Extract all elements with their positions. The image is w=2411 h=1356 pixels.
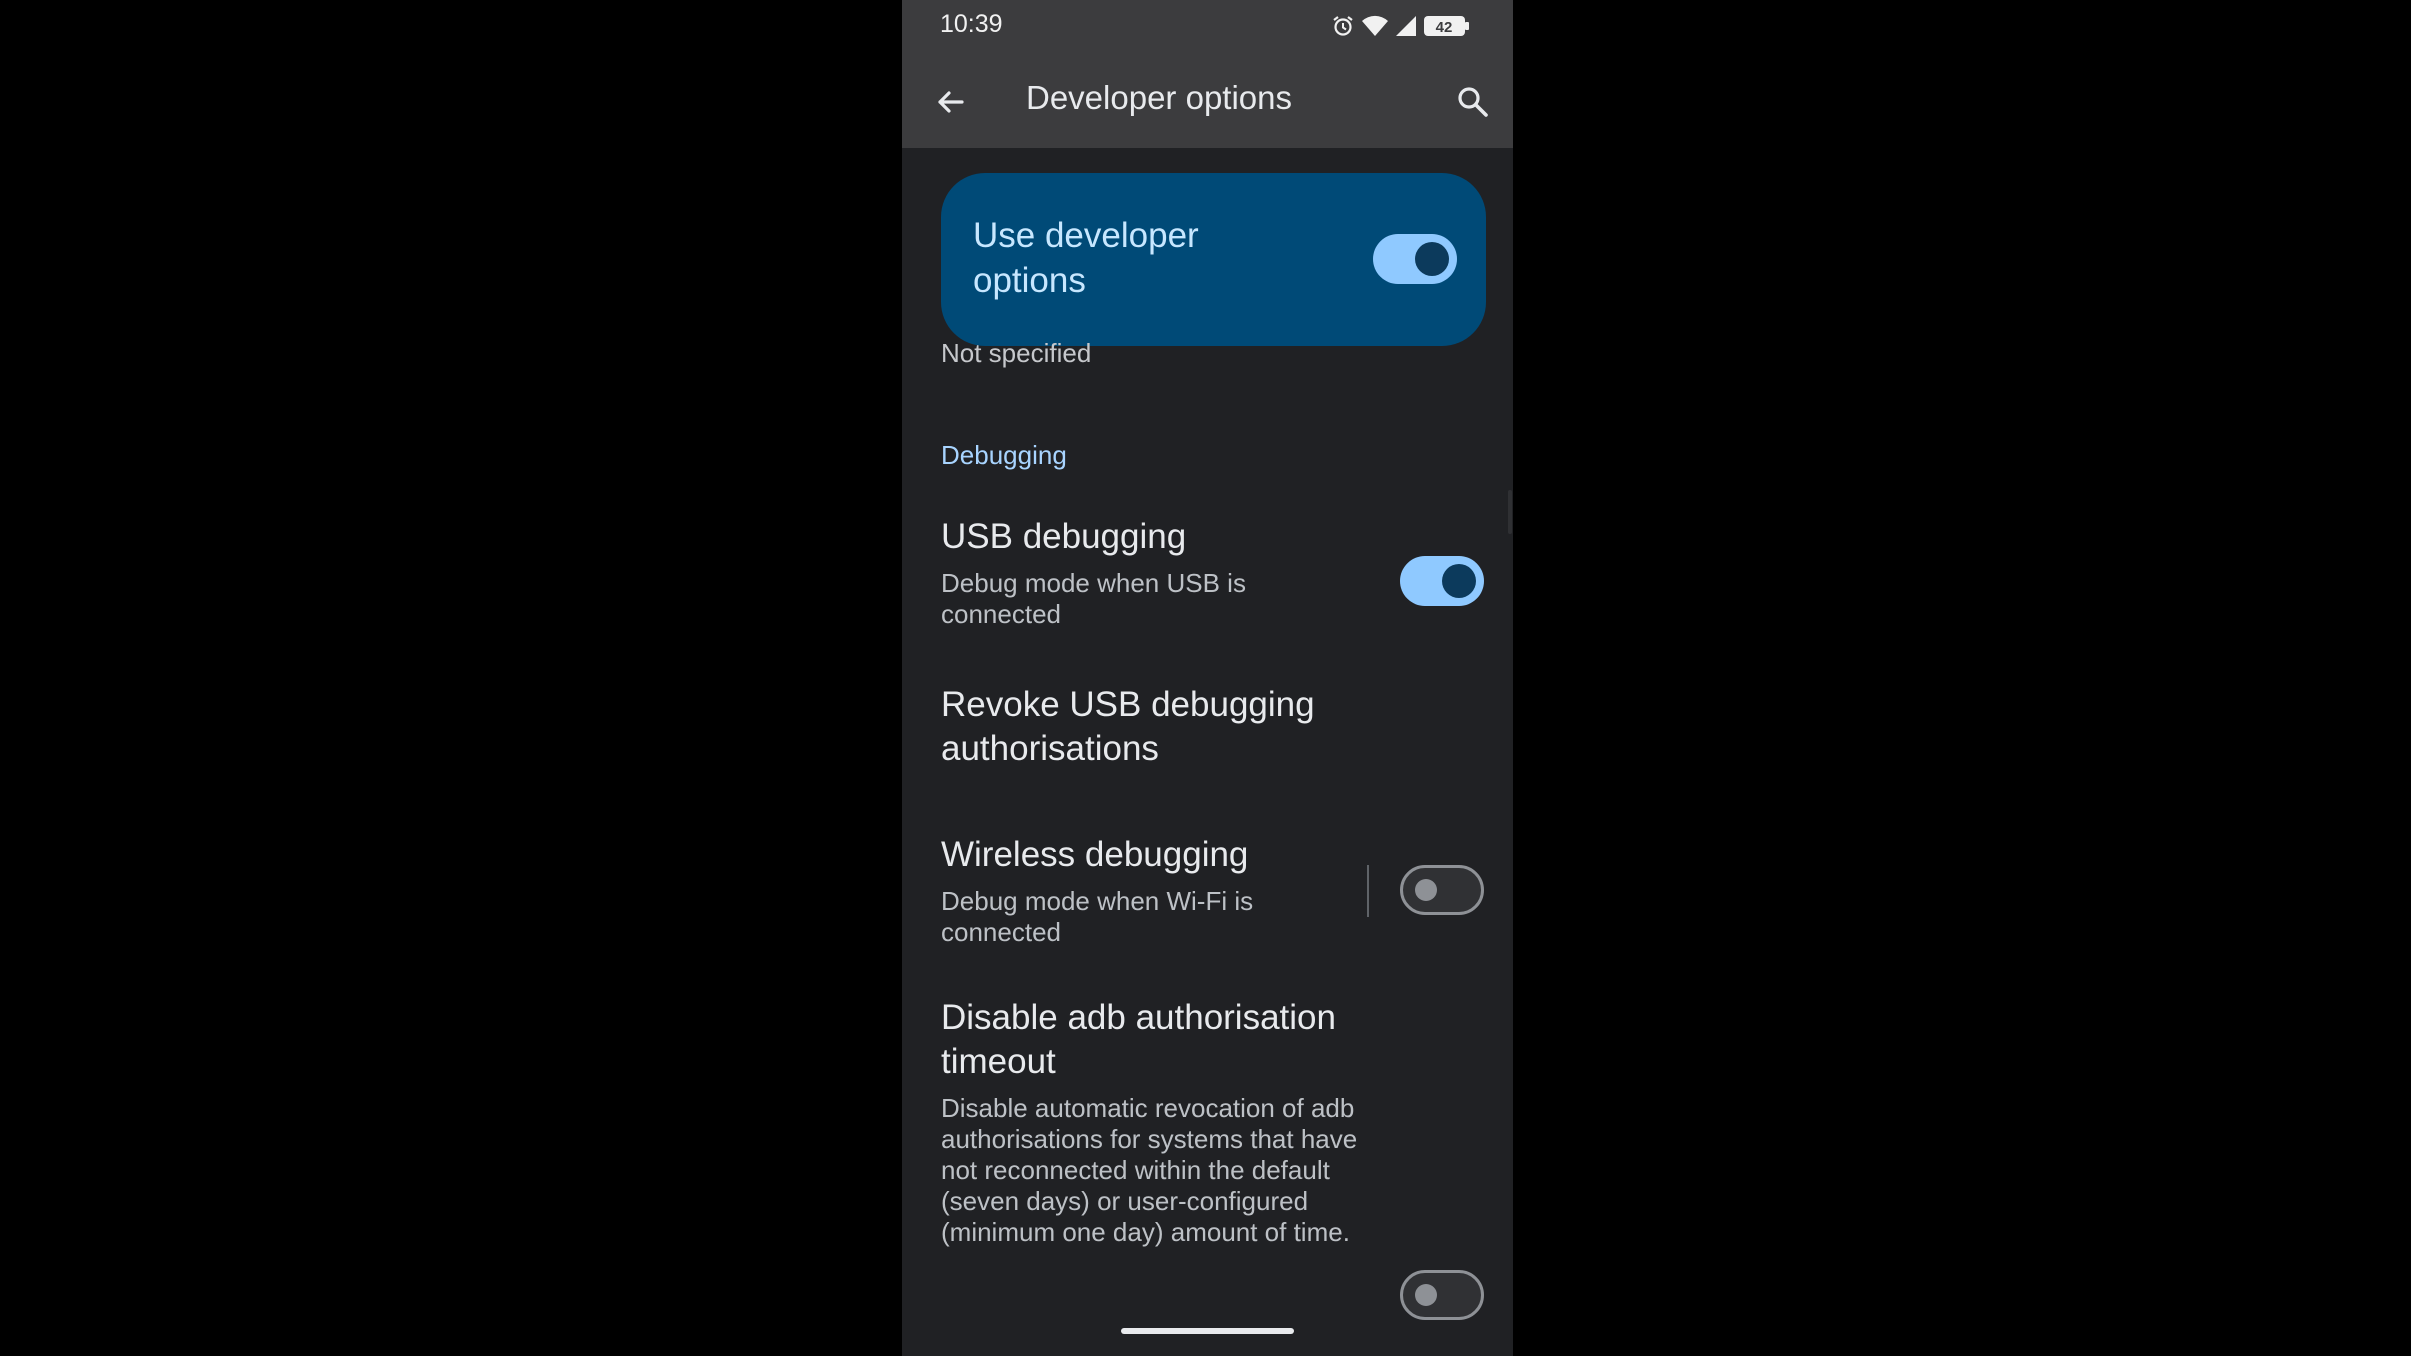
- phone-screen: 10:39 42 Developer options Use developer…: [902, 0, 1513, 1356]
- battery-level: 42: [1436, 19, 1453, 36]
- toggle-knob: [1415, 879, 1437, 901]
- wireless-debugging-row[interactable]: Wireless debugging Debug mode when Wi-Fi…: [902, 823, 1513, 983]
- usb-debugging-row[interactable]: USB debugging Debug mode when USB is con…: [902, 503, 1513, 673]
- wireless-divider: [1367, 865, 1369, 917]
- disable-adb-timeout-toggle[interactable]: [1400, 1270, 1484, 1320]
- use-developer-options-label: Use developer options: [973, 216, 1199, 300]
- usb-debugging-toggle[interactable]: [1400, 556, 1484, 606]
- back-button[interactable]: [928, 80, 972, 124]
- use-developer-options-switch-bar[interactable]: Use developer options: [941, 173, 1486, 346]
- disable-adb-timeout-title: Disable adb authorisation timeout: [941, 998, 1336, 1081]
- status-time: 10:39: [940, 10, 1003, 38]
- section-header-debugging: Debugging: [941, 440, 1067, 470]
- status-bar: 10:39 42: [902, 0, 1513, 52]
- page-title: Developer options: [1026, 79, 1292, 116]
- search-button[interactable]: [1451, 80, 1495, 124]
- disable-adb-timeout-row[interactable]: Disable adb authorisation timeout Disabl…: [902, 996, 1513, 1320]
- arrow-back-icon: [938, 91, 964, 113]
- cell-signal-icon: [1396, 16, 1416, 36]
- alarm-icon: [1333, 16, 1353, 36]
- revoke-usb-authorisations-title: Revoke USB debugging authorisations: [941, 685, 1315, 768]
- gesture-nav-handle[interactable]: [1121, 1328, 1294, 1334]
- usb-debugging-summary: Debug mode when USB is connected: [941, 568, 1246, 629]
- toggle-knob: [1442, 564, 1476, 598]
- wireless-debugging-toggle[interactable]: [1400, 865, 1484, 915]
- wifi-icon: [1362, 15, 1388, 36]
- toggle-knob: [1415, 242, 1449, 276]
- disable-adb-timeout-summary: Disable automatic revocation of adb auth…: [941, 1093, 1358, 1247]
- settings-list: Use developer options Not specified Debu…: [902, 148, 1513, 1356]
- wireless-debugging-summary: Debug mode when Wi-Fi is connected: [941, 886, 1254, 947]
- scrollbar[interactable]: [1508, 490, 1512, 534]
- use-developer-options-toggle[interactable]: [1373, 234, 1457, 284]
- toggle-knob: [1415, 1284, 1437, 1306]
- not-specified-text: Not specified: [941, 338, 1092, 368]
- revoke-usb-authorisations-row[interactable]: Revoke USB debugging authorisations: [902, 673, 1513, 813]
- usb-debugging-title: USB debugging: [941, 517, 1187, 556]
- status-icons: 42: [1331, 12, 1471, 40]
- battery-icon: 42: [1424, 16, 1469, 36]
- wireless-debugging-title: Wireless debugging: [941, 835, 1249, 874]
- search-icon: [1458, 87, 1488, 117]
- app-bar: Developer options: [902, 52, 1513, 148]
